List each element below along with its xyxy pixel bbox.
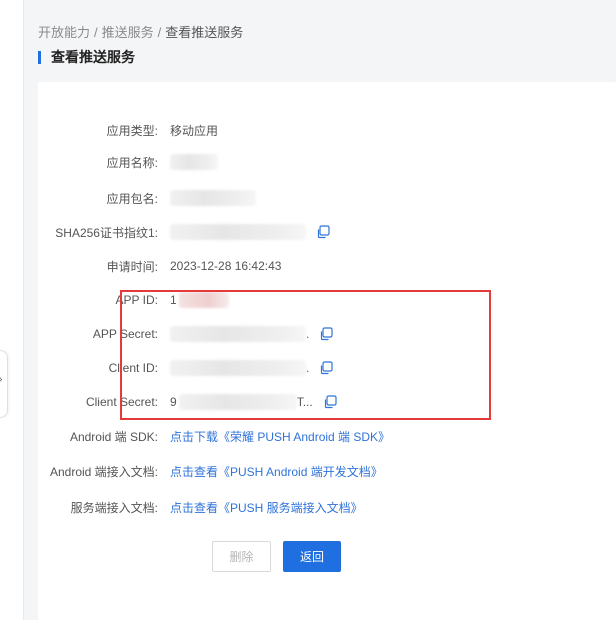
package-name-value [170, 190, 256, 206]
apply-time-label: 申请时间: [106, 259, 158, 274]
redacted-app-secret [170, 326, 306, 342]
sha256-label: SHA256证书指纹1: [55, 225, 158, 240]
breadcrumb-item-current: 查看推送服务 [165, 25, 244, 40]
redacted-app-id [178, 292, 229, 308]
back-button[interactable]: 返回 [283, 541, 341, 572]
app-secret-label: APP Secret: [92, 327, 158, 341]
row-app-name: 应用名称: [0, 152, 578, 172]
app-id-prefix: 1 [170, 293, 177, 307]
client-id-label: Client ID: [108, 361, 158, 375]
page-title: 查看推送服务 [51, 49, 135, 65]
copy-icon[interactable] [323, 395, 337, 409]
title-accent-bar [38, 50, 41, 64]
server-doc-label: 服务端接入文档: [70, 500, 158, 515]
row-app-secret: APP Secret: . [0, 324, 578, 344]
row-client-id: Client ID: . [0, 358, 578, 378]
left-sidebar [0, 0, 24, 620]
android-sdk-download-link[interactable]: 点击下载《荣耀 PUSH Android 端 SDK》 [170, 428, 390, 445]
row-package-name: 应用包名: [0, 188, 578, 208]
client-secret-value: 9 T... [170, 394, 337, 410]
copy-icon[interactable] [319, 361, 333, 375]
app-type-value: 移动应用 [170, 123, 219, 138]
client-secret-label: Client Secret: [85, 395, 158, 409]
app-type-label: 应用类型: [106, 123, 158, 138]
row-server-doc: 服务端接入文档: 点击查看《PUSH 服务端接入文档》 [0, 497, 578, 517]
app-id-label: APP ID: [115, 293, 158, 307]
copy-icon[interactable] [316, 225, 330, 239]
redacted-sha256 [170, 224, 306, 240]
row-client-secret: Client Secret: 9 T... [0, 392, 578, 412]
redacted-client-secret [178, 394, 297, 410]
app-name-label: 应用名称: [106, 155, 158, 170]
page-title-block: 查看推送服务 [38, 48, 135, 66]
client-secret-tail: T... [296, 395, 313, 409]
client-id-value: . [170, 360, 333, 376]
breadcrumb-separator: / [94, 25, 98, 40]
row-android-doc: Android 端接入文档: 点击查看《PUSH Android 端开发文档》 [0, 461, 578, 481]
row-android-sdk: Android 端 SDK: 点击下载《荣耀 PUSH Android 端 SD… [0, 426, 578, 446]
row-apply-time: 申请时间: 2023-12-28 16:42:43 [0, 256, 578, 276]
redacted-package-name [170, 190, 256, 206]
breadcrumb-item-open-capabilities[interactable]: 开放能力 [38, 25, 90, 40]
redacted-app-name [170, 154, 218, 170]
delete-button[interactable]: 删除 [212, 541, 271, 572]
android-sdk-label: Android 端 SDK: [69, 429, 158, 444]
app-secret-suffix: . [306, 327, 310, 341]
row-app-id: APP ID: 1 [0, 290, 578, 310]
breadcrumb-separator: / [157, 25, 162, 40]
app-secret-value: . [170, 326, 333, 342]
app-name-value [170, 154, 218, 170]
package-name-label: 应用包名: [106, 191, 158, 206]
android-doc-label: Android 端接入文档: [49, 464, 158, 479]
row-app-type: 应用类型: 移动应用 [0, 120, 578, 140]
client-id-suffix: . [306, 361, 310, 375]
android-doc-link[interactable]: 点击查看《PUSH Android 端开发文档》 [170, 463, 383, 480]
copy-icon[interactable] [319, 327, 333, 341]
row-sha256: SHA256证书指纹1: [0, 222, 578, 242]
server-doc-link[interactable]: 点击查看《PUSH 服务端接入文档》 [170, 499, 363, 516]
client-secret-prefix: 9 [170, 395, 177, 409]
breadcrumb-item-push-service[interactable]: 推送服务 [102, 25, 154, 40]
redacted-client-id [170, 360, 306, 376]
apply-time-value: 2023-12-28 16:42:43 [170, 259, 282, 273]
app-id-value: 1 [170, 292, 229, 308]
breadcrumb: 开放能力 / 推送服务 / 查看推送服务 [38, 22, 243, 41]
sha256-value [170, 224, 330, 240]
